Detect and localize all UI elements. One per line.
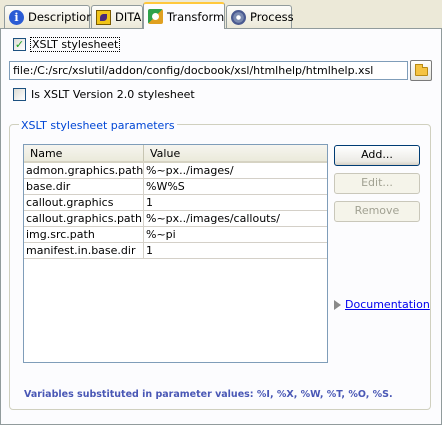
table-row[interactable]: callout.graphics 1 — [24, 195, 327, 211]
folder-icon — [415, 64, 428, 76]
tab-process[interactable]: Process — [226, 5, 294, 28]
tab-process-label: Process — [250, 10, 294, 24]
param-value-cell: %~pi — [146, 228, 176, 241]
table-row[interactable]: img.src.path %~pi — [24, 227, 327, 243]
variables-footnote: Variables substituted in parameter value… — [24, 389, 393, 400]
expand-triangle-icon[interactable] — [334, 299, 341, 310]
table-header: Name Value — [24, 145, 327, 163]
table-row[interactable]: manifest.in.base.dir 1 — [24, 243, 327, 259]
table-row[interactable]: base.dir %W%S — [24, 179, 327, 195]
xslt-v2-label: Is XSLT Version 2.0 stylesheet — [31, 88, 195, 101]
param-name-cell: callout.graphics.path — [24, 211, 144, 226]
process-icon — [231, 9, 246, 25]
xslt-v2-checkbox-row[interactable]: Is XSLT Version 2.0 stylesheet — [13, 88, 195, 101]
tab-dita[interactable]: DITA — [91, 5, 143, 28]
transform-icon — [148, 9, 163, 24]
param-value-cell: 1 — [146, 244, 153, 257]
documentation-link[interactable]: Documentation — [345, 298, 430, 311]
column-header-name[interactable]: Name — [24, 145, 144, 161]
table-row[interactable]: callout.graphics.path %~px../images/call… — [24, 211, 327, 227]
param-name-cell: callout.graphics — [24, 195, 144, 210]
param-name-cell: manifest.in.base.dir — [24, 243, 144, 258]
remove-button[interactable]: Remove — [334, 201, 420, 222]
xslt-stylesheet-checkbox[interactable]: ✓ — [13, 38, 26, 51]
stylesheet-path-field[interactable]: file:/C:/src/xslutil/addon/config/docboo… — [9, 61, 408, 80]
param-value-cell: %~px../images/callouts/ — [146, 212, 280, 225]
parameters-group-legend: XSLT stylesheet parameters — [19, 119, 177, 132]
tab-description-label: Description — [28, 10, 94, 24]
param-name-cell: img.src.path — [24, 227, 144, 242]
param-name-cell: base.dir — [24, 179, 144, 194]
tab-description[interactable]: i Description — [4, 5, 94, 28]
param-value-cell: %W%S — [146, 180, 185, 193]
param-value-cell: 1 — [146, 196, 153, 209]
tab-strip: i Description DITA Transform Process — [0, 0, 442, 29]
edit-button[interactable]: Edit... — [334, 173, 420, 194]
param-value-cell: %~px../images/ — [146, 164, 234, 177]
dita-icon — [96, 9, 111, 25]
parameters-table[interactable]: Name Value admon.graphics.path %~px../im… — [23, 144, 328, 363]
add-button[interactable]: Add... — [334, 145, 420, 166]
xslt-stylesheet-checkbox-row[interactable]: ✓ XSLT stylesheet — [13, 37, 121, 52]
browse-button[interactable] — [410, 60, 432, 81]
xslt-stylesheet-label: XSLT stylesheet — [29, 37, 121, 52]
documentation-link-row[interactable]: Documentation — [334, 298, 430, 311]
tab-transform-label: Transform — [167, 9, 225, 24]
column-header-value[interactable]: Value — [144, 145, 327, 161]
info-icon: i — [9, 9, 24, 25]
tab-dita-label: DITA — [115, 10, 142, 24]
xslt-v2-checkbox[interactable] — [13, 88, 26, 101]
tab-transform[interactable]: Transform — [143, 2, 225, 29]
table-row[interactable]: admon.graphics.path %~px../images/ — [24, 163, 327, 179]
param-name-cell: admon.graphics.path — [26, 163, 144, 178]
